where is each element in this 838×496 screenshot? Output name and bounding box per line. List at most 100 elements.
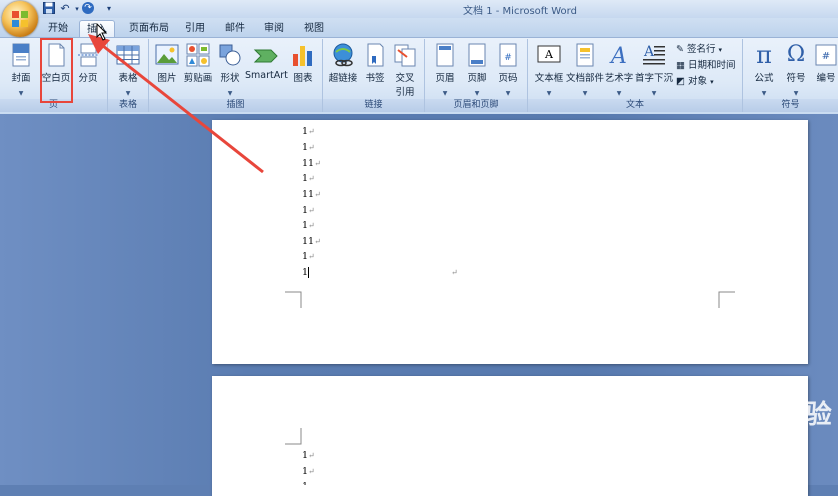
crop-mark-icon [718,291,735,308]
cross-reference-label-line1: 交叉 [395,73,415,84]
doc-line[interactable]: 11↵ [302,156,321,172]
chevron-down-icon: ▼ [18,90,24,97]
paragraph-mark-icon: ↵ [314,237,321,246]
signature-line-button[interactable]: ✎ 签名行 ▾ [676,42,722,58]
equation-label: 公式 [754,73,774,84]
paragraph-mark-icon: ↵ [451,268,458,277]
doc-line[interactable]: 11↵ [302,187,321,203]
redo-button[interactable]: ↷ [82,2,96,16]
header-label: 页眉 [435,73,455,84]
omega-icon: Ω [786,42,806,67]
doc-line[interactable]: 1↵ [302,171,315,187]
svg-text:A: A [609,44,627,68]
window-title: 文档 1 - Microsoft Word [463,6,577,17]
paragraph-mark-icon: ↵ [308,221,315,230]
chevron-down-icon: ▼ [505,90,511,97]
doc-line[interactable]: 1↵ [302,140,315,156]
header-button[interactable]: 页眉 ▼ [429,42,461,97]
chart-icon [290,42,316,68]
group-text: A 文本框 ▼ 文档部件 ▼ A 艺术字 ▼ A 首字下沉 ▼ ✎ 签名行 ▾ … [528,39,743,112]
chevron-down-icon: ▼ [582,90,588,97]
doc-line[interactable]: 1↵ [302,124,315,140]
paragraph-mark-icon: ↵ [314,190,321,199]
equation-button[interactable]: π 公式 ▼ [747,42,781,97]
office-button[interactable] [2,1,38,37]
signature-icon: ✎ [676,44,684,55]
datetime-label: 日期和时间 [688,60,736,71]
office-logo-icon [12,11,28,27]
group-label-text: 文本 [528,99,742,112]
chevron-down-icon: ▼ [761,90,767,97]
bookmark-button[interactable]: 书签 [361,42,389,84]
save-icon[interactable] [42,2,56,16]
chart-label: 图表 [293,73,313,84]
textbox-icon: A [536,42,562,68]
highlight-box [40,38,73,103]
crop-mark-icon [285,291,302,308]
signature-label: 签名行 [687,44,716,55]
object-icon: ◩ [676,76,685,87]
chevron-down-icon: ▾ [710,78,714,86]
wordart-button[interactable]: A 艺术字 ▼ [604,42,634,97]
text-cursor [308,267,310,278]
customize-toolbar-icon[interactable]: ▾ [102,2,116,16]
group-symbols: π 公式 ▼ Ω 符号 ▼ # 编号 符号 [743,39,838,112]
paragraph-mark-icon: ↵ [314,159,321,168]
watermark-brand: Bai [647,396,701,431]
page-number-button[interactable]: # 页码 ▼ [493,42,523,97]
doc-line-cursor[interactable]: 1 [302,265,310,281]
group-links: 超链接 书签 交叉 引用 链接 [323,39,425,112]
dropcap-label: 首字下沉 [634,73,673,84]
quick-parts-button[interactable]: 文档部件 ▼ [566,42,604,97]
dropcap-button[interactable]: A 首字下沉 ▼ [634,42,674,97]
tab-home[interactable]: 开始 [40,20,76,37]
hyperlink-button[interactable]: 超链接 [327,42,359,84]
datetime-button[interactable]: ▦ 日期和时间 [676,58,736,74]
textbox-button[interactable]: A 文本框 ▼ [532,42,566,97]
doc-line[interactable]: 11↵ [302,234,321,250]
number-button[interactable]: # 编号 [813,42,838,84]
chevron-down-icon: ▼ [546,90,552,97]
wordart-icon: A [606,42,632,69]
symbol-label: 符号 [786,73,806,84]
bookmark-label: 书签 [365,73,385,84]
textbox-label: 文本框 [534,73,564,84]
paragraph-mark-icon: ↵ [308,467,315,476]
group-label-symbols: 符号 [743,99,838,112]
watermark-url: jingyan.baidu.com [651,433,753,446]
crop-mark-icon [285,428,302,445]
watermark-brand-suffix: du [726,396,770,431]
number-label: 编号 [816,73,836,84]
watermark-product: 经验 [779,400,832,430]
doc-line[interactable]: 1↵ [302,249,315,265]
paragraph-mark-icon: ↵ [308,174,315,183]
cover-page-button[interactable]: 封面 ▼ [6,42,36,97]
doc-line[interactable]: 1↵ [302,203,315,219]
footer-button[interactable]: 页脚 ▼ [461,42,493,97]
symbol-button[interactable]: Ω 符号 ▼ [781,42,811,97]
hyperlink-label: 超链接 [328,73,358,84]
chevron-down-icon: ▼ [793,90,799,97]
doc-line[interactable]: 1↵ [302,448,315,464]
paragraph-mark-icon: ↵ [308,252,315,261]
page-number-icon: # [495,42,521,68]
svg-text:#: # [822,51,830,62]
chevron-down-icon: ▾ [718,46,723,54]
hyperlink-icon [330,42,356,68]
chart-button[interactable]: 图表 [289,42,317,84]
pi-icon: π [756,41,772,69]
footer-icon [464,42,490,68]
number-icon: # [813,42,838,68]
doc-line[interactable]: 1↵ [302,464,315,480]
doc-line[interactable]: 1↵ [302,218,315,234]
quick-parts-label: 文档部件 [566,73,605,84]
tab-view[interactable]: 视图 [299,20,329,37]
svg-text:A: A [643,44,655,60]
page-number-label: 页码 [498,73,518,84]
footer-label: 页脚 [467,73,487,84]
object-button[interactable]: ◩ 对象 ▾ [676,74,714,90]
wordart-label: 艺术字 [604,73,634,84]
cross-reference-button[interactable]: 交叉 引用 [391,42,419,98]
cross-reference-icon [392,42,418,68]
doc-line[interactable]: 1 [302,479,308,485]
